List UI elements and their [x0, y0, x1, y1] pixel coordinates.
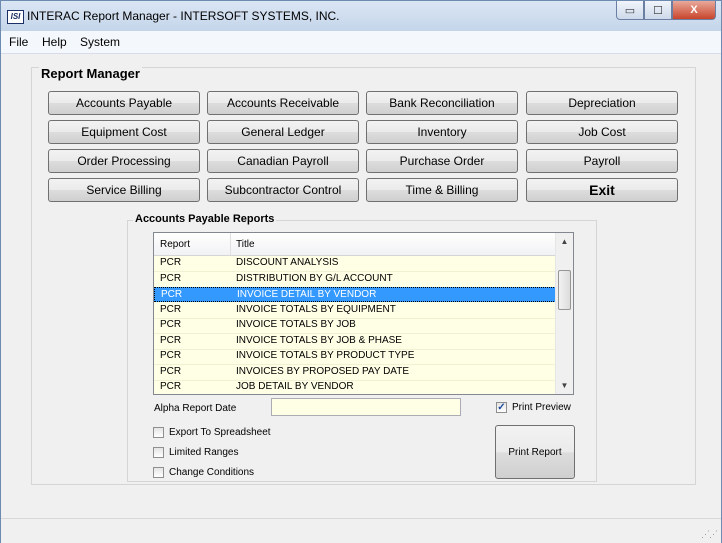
- scroll-down-icon[interactable]: ▼: [556, 377, 573, 394]
- report-code: PCR: [160, 272, 182, 284]
- minimize-icon: ▭: [624, 4, 636, 17]
- list-item[interactable]: PCR INVOICE TOTALS BY PRODUCT TYPE: [154, 349, 556, 366]
- payroll-button[interactable]: Payroll: [526, 149, 678, 173]
- print-report-button[interactable]: Print Report: [495, 425, 575, 479]
- accounts-payable-button[interactable]: Accounts Payable: [48, 91, 200, 115]
- canadian-payroll-button[interactable]: Canadian Payroll: [207, 149, 359, 173]
- change-conditions-label[interactable]: Change Conditions: [169, 467, 254, 478]
- maximize-icon: ☐: [653, 4, 663, 17]
- list-item[interactable]: PCR DISCOUNT ANALYSIS: [154, 256, 556, 273]
- report-title: DISTRIBUTION BY G/L ACCOUNT: [236, 272, 393, 284]
- list-item-selected[interactable]: PCR INVOICE DETAIL BY VENDOR: [154, 287, 556, 303]
- close-icon: X: [690, 4, 698, 16]
- depreciation-button[interactable]: Depreciation: [526, 91, 678, 115]
- report-title: DISCOUNT ANALYSIS: [236, 257, 339, 268]
- list-item[interactable]: PCR INVOICES BY PROPOSED PAY DATE: [154, 365, 556, 381]
- list-item[interactable]: PCR INVOICE TOTALS BY EQUIPMENT: [154, 303, 556, 319]
- list-item[interactable]: PCR JOB DETAIL BY VENDOR: [154, 380, 556, 394]
- report-title: INVOICE TOTALS BY PRODUCT TYPE: [236, 350, 415, 361]
- list-item[interactable]: PCR DISTRIBUTION BY G/L ACCOUNT: [154, 272, 556, 288]
- report-title: INVOICE TOTALS BY EQUIPMENT: [236, 303, 396, 315]
- report-code: PCR: [160, 319, 182, 330]
- report-title: JOB DETAIL BY VENDOR: [236, 381, 354, 392]
- report-title: INVOICE TOTALS BY JOB & PHASE: [236, 334, 402, 346]
- list-item[interactable]: PCR INVOICE TOTALS BY JOB & PHASE: [154, 334, 556, 350]
- general-ledger-button[interactable]: General Ledger: [207, 120, 359, 144]
- accounts-receivable-button[interactable]: Accounts Receivable: [207, 91, 359, 115]
- purchase-order-button[interactable]: Purchase Order: [366, 149, 518, 173]
- report-code: PCR: [160, 365, 182, 377]
- menu-file[interactable]: File: [9, 35, 28, 49]
- equipment-cost-button[interactable]: Equipment Cost: [48, 120, 200, 144]
- title-bar[interactable]: ISI INTERAC Report Manager - INTERSOFT S…: [1, 1, 721, 31]
- menu-help[interactable]: Help: [42, 35, 67, 49]
- app-logo-icon: ISI: [7, 10, 24, 24]
- reports-group-title: Accounts Payable Reports: [133, 213, 277, 225]
- report-code: PCR: [160, 303, 182, 315]
- report-list[interactable]: Report Title PCR DISCOUNT ANALYSIS PCR DIS…: [153, 232, 574, 395]
- print-preview-checkbox[interactable]: ✓: [496, 402, 507, 413]
- report-code: PCR: [160, 381, 182, 392]
- menu-system[interactable]: System: [80, 35, 120, 49]
- close-button[interactable]: X: [672, 1, 716, 20]
- list-item[interactable]: PCR INVOICE TOTALS BY JOB: [154, 318, 556, 335]
- scroll-up-icon[interactable]: ▲: [556, 233, 573, 250]
- minimize-button[interactable]: ▭: [616, 1, 644, 20]
- maximize-button[interactable]: ☐: [644, 1, 672, 20]
- status-bar: ⋰⋰: [1, 518, 721, 543]
- export-to-spreadsheet-checkbox[interactable]: [153, 427, 164, 438]
- alpha-report-date-label: Alpha Report Date: [154, 403, 237, 414]
- inventory-button[interactable]: Inventory: [366, 120, 518, 144]
- app-window: ISI INTERAC Report Manager - INTERSOFT S…: [0, 0, 722, 543]
- report-code: PCR: [160, 257, 182, 268]
- limited-ranges-label[interactable]: Limited Ranges: [169, 447, 238, 458]
- exit-button[interactable]: Exit: [526, 178, 678, 202]
- export-to-spreadsheet-label[interactable]: Export To Spreadsheet: [169, 427, 271, 438]
- print-preview-label[interactable]: Print Preview: [512, 402, 571, 413]
- column-header-title[interactable]: Title: [236, 239, 255, 250]
- time-billing-button[interactable]: Time & Billing: [366, 178, 518, 202]
- report-code: PCR: [161, 289, 183, 300]
- service-billing-button[interactable]: Service Billing: [48, 178, 200, 202]
- report-title: INVOICES BY PROPOSED PAY DATE: [236, 365, 410, 377]
- window-title: INTERAC Report Manager - INTERSOFT SYSTE…: [27, 9, 340, 23]
- column-header-report[interactable]: Report: [160, 239, 190, 250]
- order-processing-button[interactable]: Order Processing: [48, 149, 200, 173]
- change-conditions-checkbox[interactable]: [153, 467, 164, 478]
- job-cost-button[interactable]: Job Cost: [526, 120, 678, 144]
- scroll-thumb[interactable]: [558, 270, 571, 310]
- report-title: INVOICE DETAIL BY VENDOR: [237, 289, 377, 300]
- report-code: PCR: [160, 350, 182, 361]
- bank-reconciliation-button[interactable]: Bank Reconciliation: [366, 91, 518, 115]
- resize-grip-icon[interactable]: ⋰⋰: [701, 529, 718, 540]
- report-title: INVOICE TOTALS BY JOB: [236, 319, 356, 330]
- limited-ranges-checkbox[interactable]: [153, 447, 164, 458]
- list-scrollbar[interactable]: ▲ ▼: [555, 233, 573, 394]
- alpha-report-date-field[interactable]: [271, 398, 461, 416]
- subcontractor-control-button[interactable]: Subcontractor Control: [207, 178, 359, 202]
- list-header: Report Title: [154, 233, 556, 256]
- report-manager-title: Report Manager: [39, 66, 142, 81]
- menu-bar: File Help System: [1, 31, 721, 54]
- report-code: PCR: [160, 334, 182, 346]
